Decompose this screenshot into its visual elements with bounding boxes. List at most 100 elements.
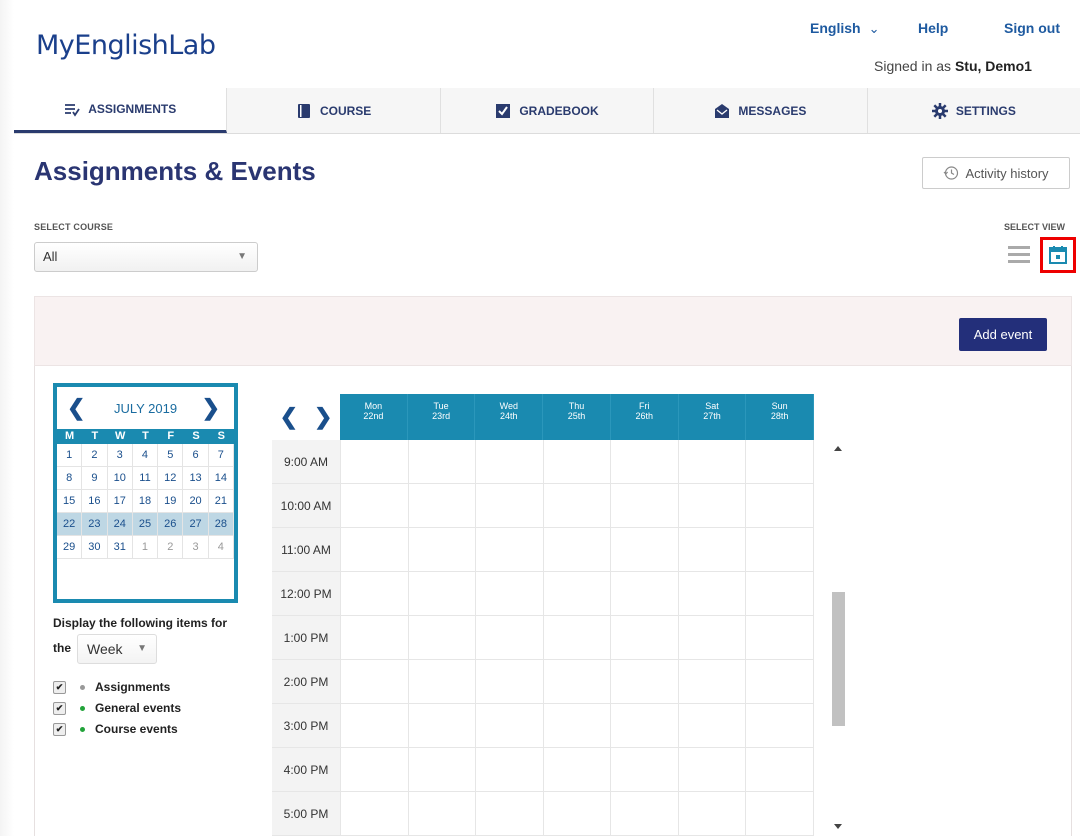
time-slot[interactable] <box>409 528 477 571</box>
calendar-day[interactable]: 16 <box>82 490 108 513</box>
prev-week-icon[interactable]: ❮ <box>280 404 298 430</box>
time-slot[interactable] <box>341 660 409 703</box>
next-month-icon[interactable]: ❯ <box>202 395 220 421</box>
time-slot[interactable] <box>746 572 814 615</box>
time-slot[interactable] <box>679 572 747 615</box>
time-slot[interactable] <box>476 748 544 791</box>
time-slot[interactable] <box>679 748 747 791</box>
time-slot[interactable] <box>409 616 477 659</box>
tab-gradebook[interactable]: GRADEBOOK <box>441 88 655 133</box>
calendar-day[interactable]: 14 <box>208 467 234 490</box>
calendar-day[interactable]: 4 <box>208 536 234 559</box>
time-slot[interactable] <box>679 616 747 659</box>
time-slot[interactable] <box>746 792 814 835</box>
calendar-day[interactable]: 13 <box>183 467 209 490</box>
course-select[interactable]: All ▼ <box>34 242 258 272</box>
time-slot[interactable] <box>746 484 814 527</box>
calendar-day[interactable]: 18 <box>132 490 159 513</box>
time-slot[interactable] <box>476 484 544 527</box>
time-slot[interactable] <box>476 616 544 659</box>
time-slot[interactable] <box>746 748 814 791</box>
time-slot[interactable] <box>679 660 747 703</box>
list-view-button[interactable] <box>1008 246 1030 264</box>
sign-out-link[interactable]: Sign out <box>1004 20 1060 36</box>
time-slot[interactable] <box>544 660 612 703</box>
calendar-day[interactable]: 22 <box>57 513 83 536</box>
time-slot[interactable] <box>409 660 477 703</box>
scrollbar[interactable] <box>830 440 847 836</box>
time-slot[interactable] <box>746 704 814 747</box>
calendar-day[interactable]: 20 <box>183 490 209 513</box>
time-slot[interactable] <box>746 440 814 483</box>
time-slot[interactable] <box>409 440 477 483</box>
time-slot[interactable] <box>544 704 612 747</box>
time-slot[interactable] <box>476 792 544 835</box>
calendar-day[interactable]: 2 <box>158 536 184 559</box>
calendar-day[interactable]: 28 <box>208 513 234 536</box>
scroll-down-icon[interactable] <box>834 824 842 829</box>
time-slot[interactable] <box>746 616 814 659</box>
tab-assignments[interactable]: ASSIGNMENTS <box>14 88 228 133</box>
time-slot[interactable] <box>679 528 747 571</box>
time-slot[interactable] <box>679 484 747 527</box>
time-slot[interactable] <box>611 528 679 571</box>
time-slot[interactable] <box>476 572 544 615</box>
time-slot[interactable] <box>341 616 409 659</box>
time-slot[interactable] <box>341 440 409 483</box>
time-slot[interactable] <box>476 704 544 747</box>
calendar-day[interactable]: 2 <box>82 444 108 467</box>
help-link[interactable]: Help <box>918 20 948 36</box>
time-slot[interactable] <box>409 484 477 527</box>
time-slot[interactable] <box>611 440 679 483</box>
calendar-day[interactable]: 23 <box>82 513 108 536</box>
time-slot[interactable] <box>341 704 409 747</box>
time-slot[interactable] <box>544 748 612 791</box>
time-slot[interactable] <box>746 660 814 703</box>
next-week-icon[interactable]: ❯ <box>314 404 332 430</box>
legend-course-events[interactable]: ✔ Course events <box>53 722 178 736</box>
calendar-day[interactable]: 12 <box>158 467 184 490</box>
calendar-day[interactable]: 27 <box>183 513 209 536</box>
calendar-day[interactable]: 24 <box>107 513 133 536</box>
time-slot[interactable] <box>409 572 477 615</box>
time-slot[interactable] <box>341 484 409 527</box>
calendar-day[interactable]: 1 <box>132 536 159 559</box>
calendar-day[interactable]: 21 <box>208 490 234 513</box>
calendar-day[interactable]: 19 <box>158 490 184 513</box>
calendar-day[interactable]: 11 <box>132 467 159 490</box>
language-selector[interactable]: English ⌄ <box>810 20 879 37</box>
assignments-checkbox[interactable]: ✔ <box>53 680 66 694</box>
calendar-day[interactable]: 26 <box>158 513 184 536</box>
calendar-view-button[interactable] <box>1040 237 1076 273</box>
calendar-day[interactable]: 6 <box>183 444 209 467</box>
general-events-checkbox[interactable]: ✔ <box>53 701 66 715</box>
calendar-day[interactable]: 1 <box>57 444 83 467</box>
calendar-day[interactable]: 3 <box>183 536 209 559</box>
time-slot[interactable] <box>611 484 679 527</box>
scrollbar-thumb[interactable] <box>832 592 845 726</box>
add-event-button[interactable]: Add event <box>959 318 1047 351</box>
time-slot[interactable] <box>544 792 612 835</box>
calendar-day[interactable]: 17 <box>107 490 133 513</box>
calendar-day[interactable]: 29 <box>57 536 83 559</box>
time-slot[interactable] <box>341 792 409 835</box>
scroll-up-icon[interactable] <box>834 446 842 451</box>
time-slot[interactable] <box>544 528 612 571</box>
time-slot[interactable] <box>341 572 409 615</box>
time-slot[interactable] <box>611 616 679 659</box>
time-slot[interactable] <box>544 440 612 483</box>
time-slot[interactable] <box>611 660 679 703</box>
calendar-day[interactable]: 30 <box>82 536 108 559</box>
time-slot[interactable] <box>611 572 679 615</box>
calendar-day[interactable]: 5 <box>158 444 184 467</box>
time-slot[interactable] <box>544 572 612 615</box>
time-slot[interactable] <box>409 792 477 835</box>
calendar-day[interactable]: 25 <box>132 513 159 536</box>
time-slot[interactable] <box>679 440 747 483</box>
time-slot[interactable] <box>341 748 409 791</box>
time-slot[interactable] <box>476 660 544 703</box>
calendar-day[interactable]: 15 <box>57 490 83 513</box>
activity-history-button[interactable]: Activity history <box>922 157 1070 189</box>
time-slot[interactable] <box>611 748 679 791</box>
time-slot[interactable] <box>476 528 544 571</box>
